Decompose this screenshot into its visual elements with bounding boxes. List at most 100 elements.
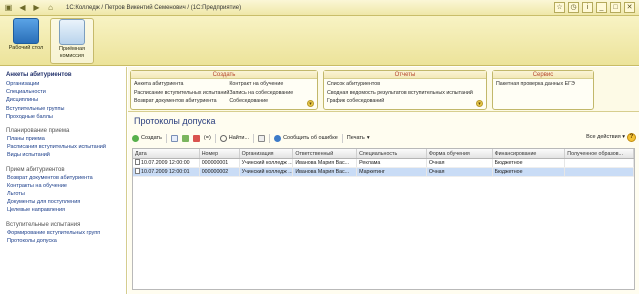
column-header[interactable]: Дата <box>133 149 200 158</box>
nav-link[interactable]: Возврат документов абитуриента <box>6 174 126 182</box>
create-item[interactable]: Собеседование <box>229 97 314 106</box>
all-actions-button[interactable]: Все действия ▾ <box>586 134 625 140</box>
section-admission-label: Приёмная комиссия <box>59 46 85 59</box>
nav-title[interactable]: Анкеты абитуриентов <box>6 72 126 78</box>
table-cell: 000000002 <box>200 168 240 176</box>
separator <box>214 133 216 143</box>
table-cell: Бюджетное <box>493 159 566 167</box>
app-menu-icon[interactable]: ▣ <box>3 2 14 13</box>
copy-icon[interactable] <box>170 134 178 142</box>
table-row[interactable]: 10.07.2009 12:00:00 000000001 Учинский к… <box>133 159 634 168</box>
chevron-down-icon: ▾ <box>366 135 370 141</box>
separator <box>165 133 167 143</box>
create-item[interactable]: Контракт на обучение <box>229 80 314 89</box>
table-cell: Бюджетное <box>493 168 566 176</box>
create-group: Создать Анкета абитуриента Расписание вс… <box>130 70 318 110</box>
table-header: Дата Номер Организация Ответственный Спе… <box>133 149 634 159</box>
table-cell: Очная <box>427 168 493 176</box>
column-header[interactable]: Специальность <box>357 149 427 158</box>
create-item[interactable]: Расписание вступительных испытаний <box>134 89 229 98</box>
nav-link[interactable]: Расписания вступительных испытаний <box>6 143 126 151</box>
home-icon[interactable]: ⌂ <box>45 2 56 13</box>
forward-icon[interactable]: ▶ <box>31 2 42 13</box>
nav-link[interactable]: Виды испытаний <box>6 151 126 159</box>
table-cell <box>565 168 634 176</box>
expand-icon[interactable]: ▾ <box>476 100 483 107</box>
favorites-icon[interactable]: ☆ <box>554 2 565 13</box>
create-button[interactable]: Создать <box>132 134 162 142</box>
nav-link[interactable]: Проходные баллы <box>6 113 126 121</box>
expand-icon[interactable]: ▾ <box>307 100 314 107</box>
cancel-search-icon[interactable] <box>258 134 266 142</box>
search-icon <box>219 134 227 142</box>
section-desktop[interactable]: Рабочий стол <box>4 18 48 52</box>
table-cell: 10.07.2009 12:00:01 <box>133 168 200 176</box>
report-item[interactable]: Список абитуриентов <box>327 80 483 89</box>
table-cell: Учинский колледж ... <box>241 159 294 167</box>
create-item[interactable]: Анкета абитуриента <box>134 80 229 89</box>
chevron-down-icon: ▾ <box>622 134 625 140</box>
nav-link[interactable]: Формирование вступительных групп <box>6 229 126 237</box>
column-header[interactable]: Организация <box>240 149 294 158</box>
nav-heading: Вступительные испытания <box>6 221 81 228</box>
cell-text: 10.07.2009 12:00:00 <box>141 160 190 166</box>
close-icon[interactable]: ✕ <box>624 2 635 13</box>
nav-link[interactable]: Организации <box>6 80 126 88</box>
nav-link[interactable]: Вступительные группы <box>6 105 126 113</box>
table-cell <box>565 159 634 167</box>
cell-text: 10.07.2009 12:00:01 <box>141 169 190 175</box>
find-button[interactable]: Найти... <box>219 134 249 142</box>
column-header[interactable]: Финансирование <box>493 149 566 158</box>
help-icon[interactable]: ? <box>627 133 636 142</box>
list-form: Протоколы допуска Создать (=) Найти... С… <box>128 111 639 294</box>
section-desktop-label: Рабочий стол <box>8 45 44 51</box>
nav-link[interactable]: Специальности <box>6 88 126 96</box>
back-icon[interactable]: ◀ <box>17 2 28 13</box>
nav-link[interactable]: Льготы <box>6 190 126 198</box>
document-icon <box>135 168 140 174</box>
print-button-label: Печать <box>346 135 365 141</box>
column-header[interactable]: Ответственный <box>293 149 358 158</box>
maximize-icon[interactable]: □ <box>610 2 621 13</box>
nav-link[interactable]: Контракты на обучение <box>6 182 126 190</box>
reports-group: Отчеты Список абитуриентов Сводная ведом… <box>323 70 487 110</box>
nav-heading: Прием абитуриентов <box>6 166 65 173</box>
service-item[interactable]: Пакетная проверка данных ЕГЭ <box>496 80 590 89</box>
report-item[interactable]: График собеседований <box>327 97 483 106</box>
minimize-icon[interactable]: _ <box>596 2 607 13</box>
column-header[interactable]: Полученное образов... <box>565 149 634 158</box>
nav-link[interactable]: Дисциплины <box>6 96 126 104</box>
table-cell: Маркетинг <box>357 168 427 176</box>
column-header[interactable]: Номер <box>200 149 240 158</box>
report-error-button[interactable]: Сообщить об ошибке <box>274 134 338 142</box>
table-cell: Иванова Мария Вас... <box>293 168 358 176</box>
document-icon <box>135 159 140 165</box>
print-button[interactable]: Печать ▾ <box>347 135 370 141</box>
table-cell: Учинский колледж ... <box>241 168 294 176</box>
window-controls: ☆ ◷ i _ □ ✕ <box>554 2 635 13</box>
window-title: 1С:Колледж / Петров Викентий Семенович /… <box>66 4 242 11</box>
create-item[interactable]: Возврат документов абитуриента <box>134 97 229 106</box>
table-cell: Очная <box>427 159 493 167</box>
history-icon[interactable]: ◷ <box>568 2 579 13</box>
table-row-selected[interactable]: 10.07.2009 12:00:01 000000002 Учинский к… <box>133 168 634 177</box>
nav-heading: Планирование приема <box>6 128 70 135</box>
mark-button[interactable]: (=) <box>204 135 211 141</box>
section-admission[interactable]: Приёмная комиссия <box>50 18 94 64</box>
nav-link[interactable]: Документы для поступления <box>6 198 126 206</box>
documents-table: Дата Номер Организация Ответственный Спе… <box>132 148 635 290</box>
form-title: Протоколы допуска <box>134 116 216 126</box>
reports-group-title: Отчеты <box>324 71 486 79</box>
create-item[interactable]: Запись на собеседование <box>229 89 314 98</box>
info-icon[interactable]: i <box>582 2 593 13</box>
report-item[interactable]: Сводная ведомость результатов вступитель… <box>327 89 483 98</box>
edit-icon[interactable] <box>181 134 189 142</box>
nav-link[interactable]: Целевые направления <box>6 206 126 214</box>
nav-link[interactable]: Планы приема <box>6 135 126 143</box>
separator <box>269 133 271 143</box>
nav-link[interactable]: Протоколы допуска <box>6 237 126 245</box>
column-header[interactable]: Форма обучения <box>427 149 493 158</box>
delete-icon[interactable] <box>192 134 200 142</box>
table-cell: 000000001 <box>200 159 240 167</box>
create-group-title: Создать <box>131 71 317 79</box>
